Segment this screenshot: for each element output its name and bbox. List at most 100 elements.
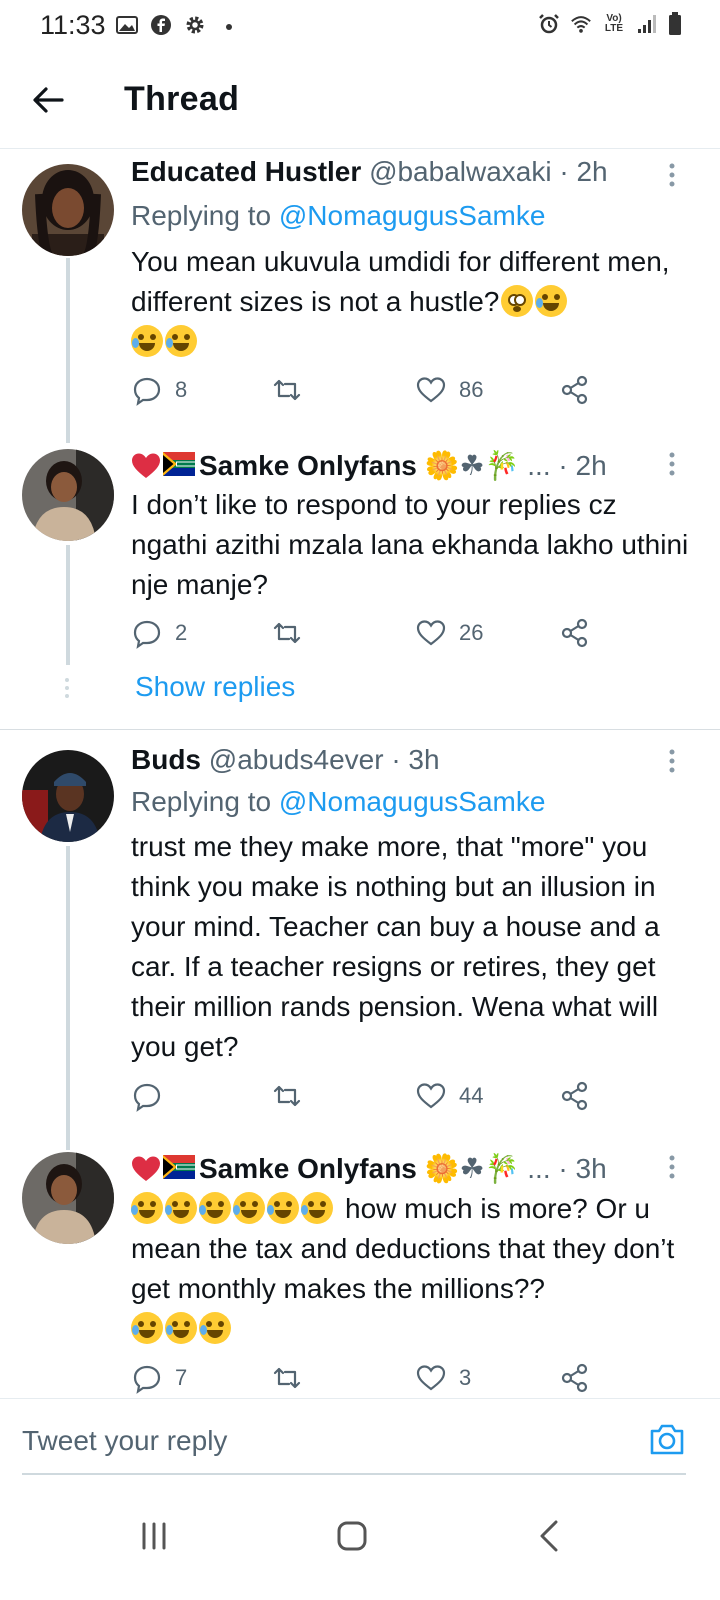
tweet-actions: 8 86 bbox=[131, 374, 611, 410]
display-name[interactable]: Samke Onlyfans bbox=[199, 1153, 417, 1184]
replying-to: Replying to @NomagugusSamke bbox=[131, 200, 545, 232]
rofl-emoji-icon bbox=[165, 325, 197, 357]
thread-line bbox=[66, 846, 70, 1150]
facebook-icon bbox=[151, 15, 171, 35]
heart-icon bbox=[416, 1365, 446, 1391]
tweet-header: Samke Onlyfans 🌼☘🎋 ... · 3h bbox=[131, 1152, 660, 1188]
share-icon bbox=[561, 618, 588, 648]
dot-icon bbox=[226, 24, 232, 30]
reply-icon bbox=[133, 1365, 161, 1394]
recent-apps-icon[interactable] bbox=[124, 1506, 184, 1566]
red-heart-icon bbox=[132, 453, 160, 478]
more-icon[interactable] bbox=[668, 748, 676, 774]
retweet-icon bbox=[273, 1085, 301, 1107]
name-emoji-suffix: 🌼☘🎋 ... bbox=[424, 450, 551, 481]
mention-link[interactable]: @NomagugusSamke bbox=[279, 786, 546, 817]
back-arrow-icon[interactable] bbox=[28, 80, 68, 120]
tweet[interactable]: Samke Onlyfans 🌼☘🎋 ... · 3h how much is … bbox=[0, 1140, 720, 1398]
tweet[interactable]: Educated Hustler @babalwaxaki · 2h Reply… bbox=[0, 148, 720, 443]
handle[interactable]: @babalwaxaki bbox=[369, 156, 552, 187]
retweet-icon bbox=[273, 1367, 301, 1389]
timestamp[interactable]: · 2h bbox=[558, 450, 606, 481]
south-africa-flag-icon bbox=[163, 1155, 195, 1179]
like-count: 86 bbox=[459, 377, 484, 402]
reply-icon bbox=[133, 620, 161, 649]
name-badges bbox=[131, 452, 195, 480]
timestamp[interactable]: · 2h bbox=[559, 156, 607, 187]
reply-input[interactable]: Tweet your reply bbox=[22, 1425, 227, 1457]
name-badges bbox=[131, 1155, 195, 1183]
like-button[interactable]: 86 bbox=[415, 374, 483, 406]
share-button[interactable] bbox=[559, 1362, 591, 1394]
page-title: Thread bbox=[124, 80, 240, 118]
reply-button[interactable]: 7 bbox=[131, 1362, 187, 1394]
rofl-emoji-icon bbox=[165, 1312, 197, 1344]
reply-button[interactable] bbox=[131, 1080, 175, 1112]
back-icon[interactable] bbox=[520, 1506, 580, 1566]
tweet-text: trust me they make more, that "more" you… bbox=[131, 831, 660, 1062]
show-replies-link[interactable]: Show replies bbox=[135, 671, 295, 703]
home-icon[interactable] bbox=[322, 1506, 382, 1566]
tweet-text: how much is more? Or u mean the tax and … bbox=[131, 1189, 691, 1349]
handle[interactable]: @abuds4ever bbox=[209, 744, 384, 775]
reply-count: 2 bbox=[175, 620, 188, 645]
like-button[interactable]: 3 bbox=[415, 1362, 471, 1394]
flushed-emoji-icon bbox=[501, 285, 534, 317]
more-icon[interactable] bbox=[668, 451, 676, 477]
display-name[interactable]: Samke Onlyfans bbox=[199, 450, 417, 481]
status-bar: 11:33 Vo) LTE bbox=[0, 0, 720, 56]
reply-count: 7 bbox=[175, 1365, 188, 1390]
retweet-icon bbox=[273, 379, 301, 401]
status-left-icons bbox=[116, 14, 240, 36]
reply-button[interactable]: 2 bbox=[131, 617, 187, 649]
retweet-button[interactable] bbox=[271, 1080, 315, 1112]
avatar[interactable] bbox=[22, 164, 114, 256]
like-count: 3 bbox=[459, 1365, 472, 1390]
avatar[interactable] bbox=[22, 449, 114, 541]
wifi-icon bbox=[571, 16, 591, 33]
display-name[interactable]: Educated Hustler bbox=[131, 156, 361, 187]
thread-continuation-dots bbox=[65, 678, 69, 698]
joy-emoji-icon bbox=[267, 1192, 299, 1224]
tweet-text: I don’t like to respond to your replies … bbox=[131, 489, 689, 600]
thread-line bbox=[66, 545, 70, 665]
reply-icon bbox=[133, 1083, 161, 1112]
tweet-actions: 2 26 bbox=[131, 617, 611, 653]
share-button[interactable] bbox=[559, 374, 591, 406]
replying-to: Replying to @NomagugusSamke bbox=[131, 786, 545, 818]
tweet-text: You mean ukuvula umdidi for different me… bbox=[131, 242, 691, 362]
reply-button[interactable]: 8 bbox=[131, 374, 187, 406]
tweet[interactable]: Buds @abuds4ever · 3h Replying to @Nomag… bbox=[0, 730, 720, 1150]
mention-link[interactable]: @NomagugusSamke bbox=[279, 200, 546, 231]
tweet-header: Samke Onlyfans 🌼☘🎋 ... · 2h bbox=[131, 449, 660, 485]
name-emoji-suffix: 🌼☘🎋 ... bbox=[424, 1153, 551, 1184]
rofl-emoji-icon bbox=[131, 325, 163, 357]
more-icon[interactable] bbox=[668, 162, 676, 188]
more-icon[interactable] bbox=[668, 1154, 676, 1180]
retweet-button[interactable] bbox=[271, 374, 315, 406]
share-icon bbox=[561, 375, 588, 405]
timestamp[interactable]: · 3h bbox=[558, 1153, 606, 1184]
rofl-emoji-icon bbox=[199, 1312, 231, 1344]
replying-prefix: Replying to bbox=[131, 786, 279, 817]
red-heart-icon bbox=[132, 1156, 160, 1181]
settings-icon bbox=[186, 16, 204, 34]
display-name[interactable]: Buds bbox=[131, 744, 201, 775]
retweet-icon bbox=[273, 622, 301, 644]
signal-icon bbox=[638, 15, 656, 33]
like-button[interactable]: 44 bbox=[415, 1080, 483, 1112]
timestamp[interactable]: · 3h bbox=[391, 744, 439, 775]
avatar[interactable] bbox=[22, 750, 114, 842]
volte-icon: Vo) LTE bbox=[604, 13, 624, 34]
south-africa-flag-icon bbox=[163, 452, 195, 476]
tweet-actions: 44 bbox=[131, 1080, 611, 1116]
retweet-button[interactable] bbox=[271, 1362, 315, 1394]
like-button[interactable]: 26 bbox=[415, 617, 483, 649]
share-button[interactable] bbox=[559, 1080, 591, 1112]
share-button[interactable] bbox=[559, 617, 591, 649]
retweet-button[interactable] bbox=[271, 617, 315, 649]
camera-icon[interactable] bbox=[648, 1421, 686, 1457]
reply-icon bbox=[133, 377, 161, 406]
tweet[interactable]: Samke Onlyfans 🌼☘🎋 ... · 2h I don’t like… bbox=[0, 433, 720, 729]
avatar[interactable] bbox=[22, 1152, 114, 1244]
